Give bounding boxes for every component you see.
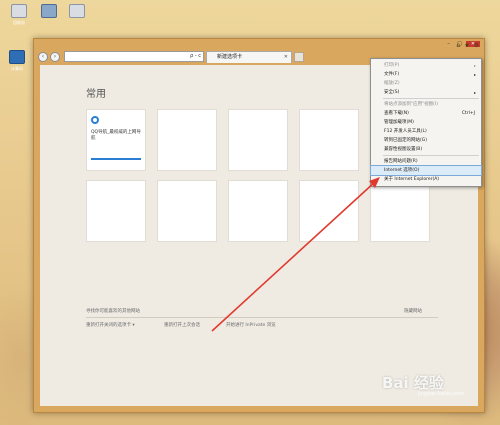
annotation-arrow [211, 177, 380, 332]
baidu-watermark: Bai 经验 [382, 374, 444, 392]
annotation-line [211, 180, 377, 332]
baidu-watermark-url: jingyan.baidu.com [418, 391, 465, 397]
